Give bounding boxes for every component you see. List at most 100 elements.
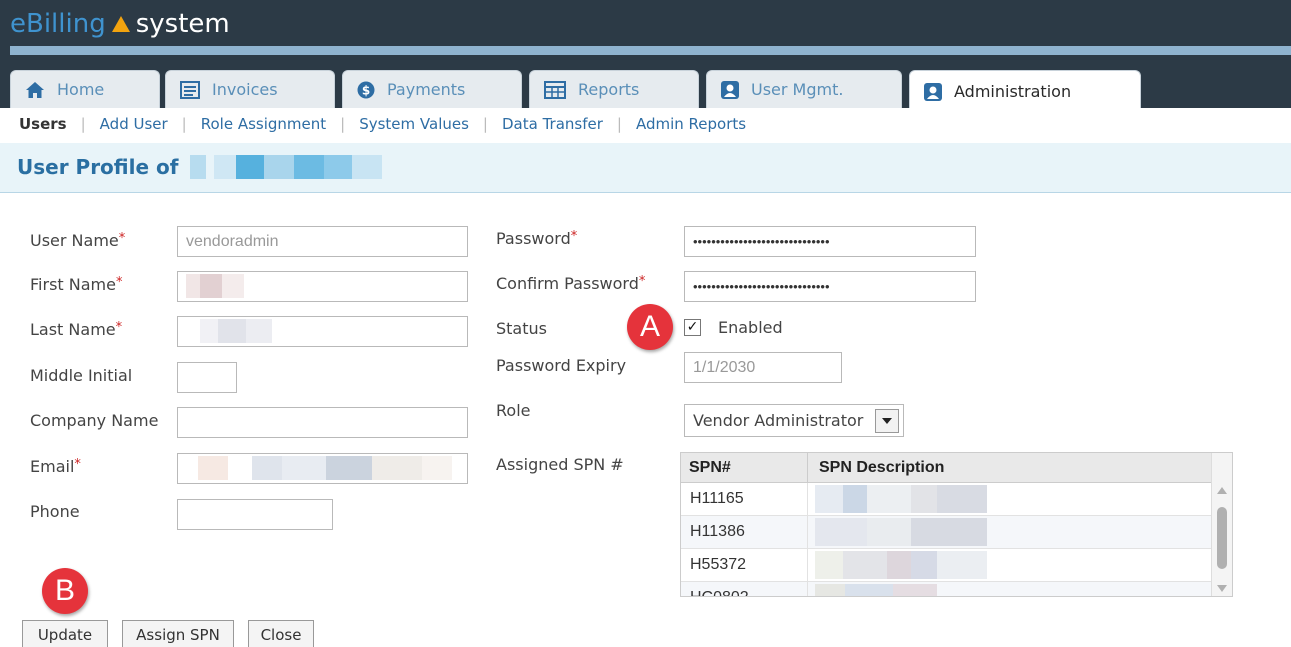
column-header-spn[interactable]: SPN# <box>689 459 731 477</box>
redacted-text <box>937 551 987 579</box>
middle-initial-field[interactable] <box>177 362 237 393</box>
tab-payments-label: Payments <box>387 80 466 99</box>
table-scrollbar[interactable] <box>1211 453 1232 596</box>
redacted-text <box>246 319 272 343</box>
invoice-icon <box>180 80 200 99</box>
spn-cell: H11386 <box>690 523 745 540</box>
annotation-badge-a: A <box>627 304 673 350</box>
subnav-separator: | <box>80 115 86 133</box>
first-name-label: First Name* <box>30 275 123 294</box>
tab-home[interactable]: Home <box>10 70 160 108</box>
dropdown-arrow-icon[interactable] <box>875 408 899 433</box>
tab-user-mgmt-label: User Mgmt. <box>751 80 844 99</box>
redacted-text <box>893 584 937 596</box>
user-name-field[interactable]: vendoradmin <box>177 226 468 257</box>
table-row[interactable]: H11165 <box>681 483 1211 516</box>
redacted-text <box>815 485 843 513</box>
user-name-label: User Name* <box>30 231 126 250</box>
scroll-up-icon[interactable] <box>1217 487 1227 494</box>
redacted-text <box>282 456 326 480</box>
role-label: Role <box>496 401 531 420</box>
brand-name-part1: eBilling <box>10 9 106 39</box>
phone-label: Phone <box>30 502 80 521</box>
assign-spn-button[interactable]: Assign SPN <box>122 620 234 647</box>
redacted-text <box>815 584 845 596</box>
subnav-system-values[interactable]: System Values <box>359 115 469 133</box>
scroll-down-icon[interactable] <box>1217 585 1227 592</box>
redacted-text <box>843 551 887 579</box>
first-name-field[interactable] <box>177 271 468 302</box>
redacted-text <box>843 485 867 513</box>
page-title-bar: User Profile of <box>0 143 1291 193</box>
brand-triangle-icon <box>111 16 130 32</box>
tab-home-label: Home <box>57 80 105 99</box>
enabled-checkbox[interactable]: ✓ <box>684 319 701 336</box>
redacted-text <box>845 584 893 596</box>
tab-invoices-label: Invoices <box>212 80 278 99</box>
redacted-text <box>911 518 987 546</box>
redacted-text <box>218 319 246 343</box>
spn-table-header: SPN# SPN Description <box>681 453 1211 483</box>
redacted-text <box>815 518 867 546</box>
company-name-field[interactable] <box>177 407 468 438</box>
scrollbar-thumb[interactable] <box>1217 507 1227 569</box>
redacted-text <box>222 274 244 298</box>
table-row[interactable]: HC0802 <box>681 582 1211 596</box>
subnav-data-transfer[interactable]: Data Transfer <box>502 115 603 133</box>
sub-navigation: Users | Add User | Role Assignment | Sys… <box>0 108 1291 140</box>
tab-reports[interactable]: Reports <box>529 70 699 108</box>
user-icon <box>721 80 739 99</box>
spn-cell: H11165 <box>690 490 744 507</box>
spn-cell: HC0802 <box>690 589 749 596</box>
email-field[interactable] <box>177 453 468 484</box>
redacted-text <box>887 551 911 579</box>
dollar-icon: $ <box>357 81 375 98</box>
last-name-label: Last Name* <box>30 320 123 339</box>
svg-text:$: $ <box>362 83 370 97</box>
redacted-text <box>326 456 372 480</box>
middle-initial-label: Middle Initial <box>30 366 133 385</box>
column-header-spn-description[interactable]: SPN Description <box>819 459 944 477</box>
redacted-text <box>422 456 452 480</box>
redacted-text <box>911 551 937 579</box>
redacted-text <box>198 456 228 480</box>
update-button[interactable]: Update <box>22 620 108 647</box>
last-name-field[interactable] <box>177 316 468 347</box>
subnav-separator: | <box>181 115 187 133</box>
redacted-text <box>911 485 937 513</box>
close-button[interactable]: Close <box>248 620 314 647</box>
confirm-password-field[interactable]: •••••••••••••••••••••••••••••• <box>684 271 976 302</box>
role-select[interactable]: Vendor Administrator <box>684 404 904 437</box>
redacted-text <box>186 274 200 298</box>
subnav-admin-reports[interactable]: Admin Reports <box>636 115 746 133</box>
tab-payments[interactable]: $ Payments <box>342 70 522 108</box>
tab-invoices[interactable]: Invoices <box>165 70 335 108</box>
tab-administration-label: Administration <box>954 82 1072 101</box>
enabled-label: Enabled <box>718 318 783 337</box>
table-row[interactable]: H55372 <box>681 549 1211 582</box>
tab-administration[interactable]: Administration <box>909 70 1141 112</box>
phone-field[interactable] <box>177 499 333 530</box>
redacted-text <box>252 456 282 480</box>
redacted-text <box>200 319 218 343</box>
subnav-separator: | <box>340 115 346 133</box>
subnav-add-user[interactable]: Add User <box>100 115 168 133</box>
home-icon <box>26 81 44 98</box>
subnav-separator: | <box>616 115 622 133</box>
password-field[interactable]: •••••••••••••••••••••••••••••• <box>684 226 976 257</box>
tab-reports-label: Reports <box>578 80 640 99</box>
table-row[interactable]: H11386 <box>681 516 1211 549</box>
redacted-text <box>815 551 843 579</box>
redacted-text <box>200 274 222 298</box>
redacted-text <box>372 456 422 480</box>
tab-user-mgmt[interactable]: User Mgmt. <box>706 70 902 108</box>
password-expiry-field[interactable]: 1/1/2030 <box>684 352 842 383</box>
confirm-password-label: Confirm Password* <box>496 274 646 293</box>
page-title: User Profile of <box>17 155 179 179</box>
header-stripe <box>10 46 1291 55</box>
subnav-users[interactable]: Users <box>19 115 67 133</box>
spn-table: SPN# SPN Description H11165 H11386 H5537… <box>680 452 1233 597</box>
brand-name-part2: system <box>135 9 230 39</box>
email-label: Email* <box>30 457 81 476</box>
subnav-role-assignment[interactable]: Role Assignment <box>201 115 326 133</box>
